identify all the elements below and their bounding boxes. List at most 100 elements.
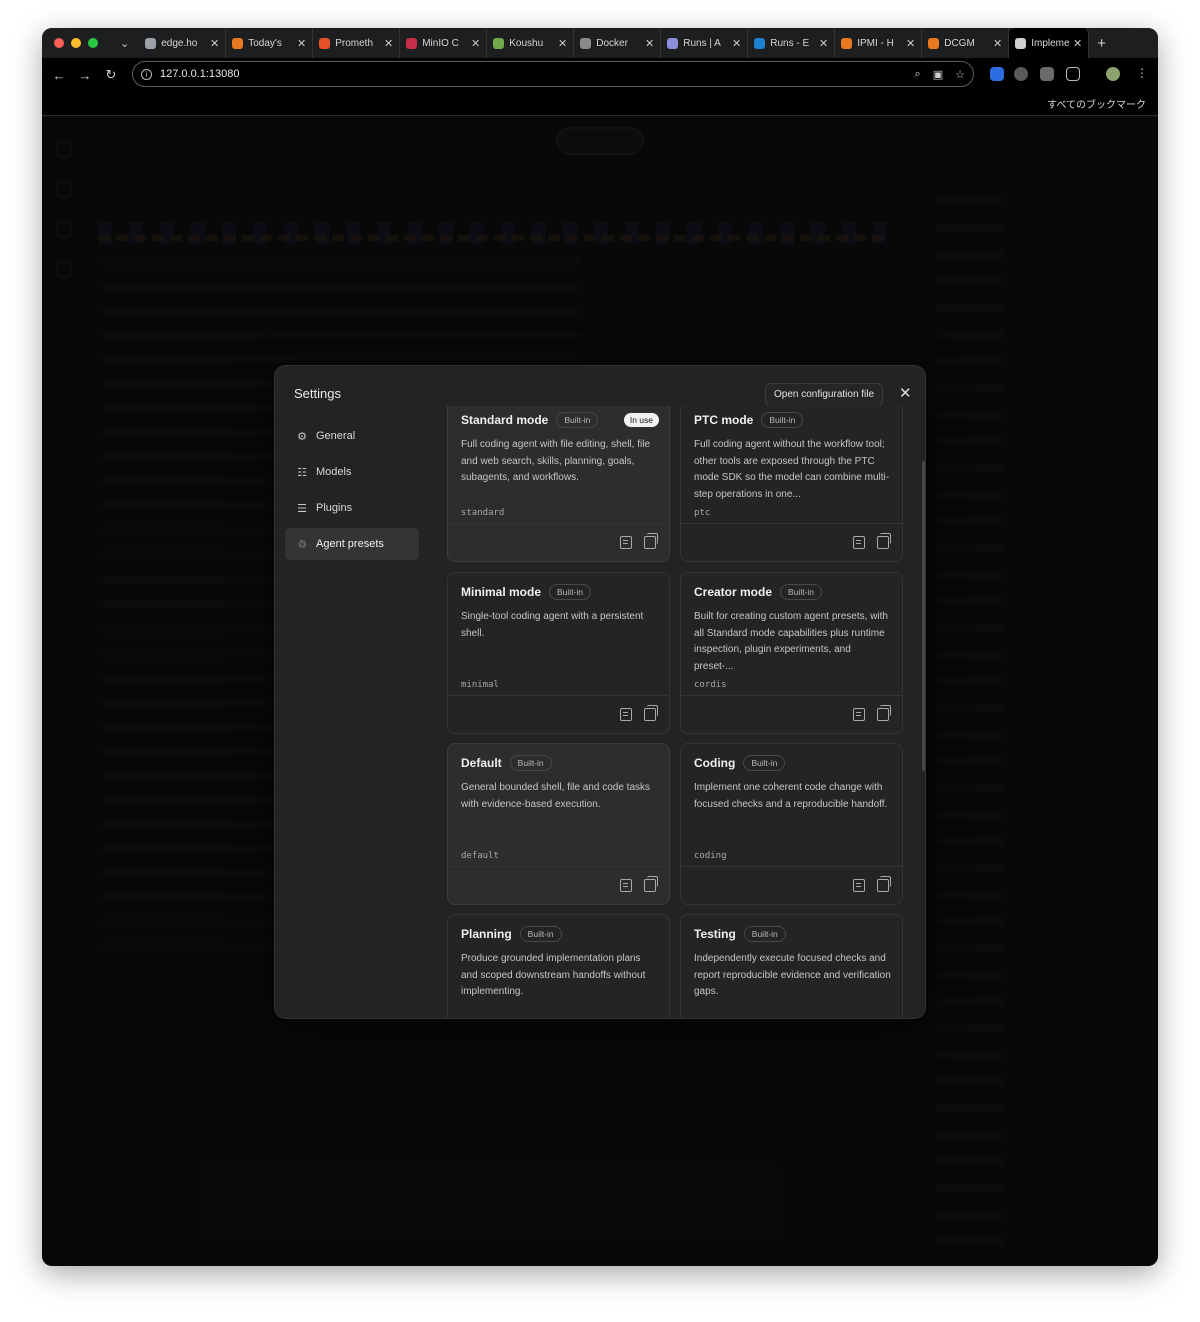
preset-card-planning[interactable]: Planning Built-in Produce grounded impleme…: [447, 914, 670, 1018]
reload-button[interactable]: ↻: [98, 67, 124, 83]
menu-kebab-icon[interactable]: ⋮: [1136, 66, 1148, 80]
bookmark-star-icon[interactable]: ☆: [955, 68, 965, 81]
address-bar[interactable]: i 127.0.0.1:13080 ⌕ ▣ ☆: [132, 61, 974, 87]
duplicate-preset-icon[interactable]: [877, 876, 891, 892]
nav-item-models[interactable]: ☷ Models: [285, 456, 419, 488]
browser-tab[interactable]: Koushu ✕: [487, 28, 575, 58]
duplicate-preset-icon[interactable]: [877, 533, 891, 549]
zoom-icon[interactable]: ⌕: [915, 68, 921, 81]
preset-card-actions: [681, 523, 902, 561]
tab-favicon-icon: [928, 37, 940, 49]
site-info-icon[interactable]: i: [141, 68, 152, 80]
preset-card-minimal[interactable]: Minimal mode Built-in Single-tool coding a…: [447, 572, 670, 734]
close-icon[interactable]: ✕: [899, 384, 912, 402]
preset-card-cordis[interactable]: Creator mode Built-in Built for creating c…: [680, 572, 903, 734]
built-in-badge: Built-in: [780, 584, 823, 600]
tab-favicon-icon: [1015, 37, 1027, 49]
duplicate-preset-icon[interactable]: [644, 705, 658, 721]
tab-close-icon[interactable]: ✕: [471, 37, 480, 50]
edit-preset-icon[interactable]: [620, 536, 632, 549]
bitwarden-icon[interactable]: [1040, 67, 1054, 81]
browser-tab[interactable]: Today's ✕: [226, 28, 314, 58]
tab-favicon-icon: [406, 37, 418, 49]
extensions-puzzle-icon[interactable]: [1066, 67, 1080, 81]
preset-card-default[interactable]: Default Built-in General bounded shell, fi…: [447, 743, 670, 905]
presets-scrollbar[interactable]: [922, 461, 925, 771]
tab-favicon-icon: [841, 37, 853, 49]
browser-tab[interactable]: Runs | A ✕: [661, 28, 749, 58]
tab-close-icon[interactable]: ✕: [384, 37, 393, 50]
back-button[interactable]: ←: [46, 68, 72, 83]
browser-tab[interactable]: MinIO C ✕: [400, 28, 488, 58]
tab-close-icon[interactable]: ✕: [1073, 37, 1082, 50]
preset-id: coding: [694, 851, 727, 861]
preset-card-standard[interactable]: Standard mode Built-in In use Full coding a…: [447, 406, 670, 562]
minimize-window-button[interactable]: [71, 38, 81, 48]
tab-close-icon[interactable]: ✕: [819, 37, 828, 50]
tab-close-icon[interactable]: ✕: [732, 37, 741, 50]
open-config-button[interactable]: Open configuration file: [765, 383, 884, 407]
presets-grid: Standard mode Built-in In use Full coding a…: [447, 406, 903, 1018]
preset-card-coding[interactable]: Coding Built-in Implement one coherent cod…: [680, 743, 903, 905]
tab-close-icon[interactable]: ✕: [993, 37, 1002, 50]
edit-preset-icon[interactable]: [620, 879, 632, 892]
tab-favicon-icon: [232, 37, 244, 49]
tab-label: Runs - E: [770, 37, 810, 49]
preset-card-actions: [448, 523, 669, 561]
built-in-badge: Built-in: [556, 412, 599, 428]
tab-label: Docker: [596, 37, 628, 49]
duplicate-preset-icon[interactable]: [644, 876, 658, 892]
window-controls: [54, 38, 98, 48]
all-bookmarks-link[interactable]: すべてのブックマーク: [1047, 96, 1146, 111]
preset-card-ptc[interactable]: PTC mode Built-in Full coding agent withou…: [680, 406, 903, 562]
nav-item-agent-presets[interactable]: ♲ Agent presets: [285, 528, 419, 560]
tab-close-icon[interactable]: ✕: [558, 37, 567, 50]
tab-close-icon[interactable]: ✕: [297, 37, 306, 50]
browser-tab[interactable]: IPMI - H ✕: [835, 28, 923, 58]
built-in-badge: Built-in: [509, 755, 552, 771]
sliders-icon: ☰: [297, 502, 307, 515]
preset-description: Built for creating custom agent presets,…: [694, 611, 888, 672]
tab-label: Koushu: [509, 37, 544, 49]
built-in-badge: Built-in: [743, 755, 786, 771]
tab-close-icon[interactable]: ✕: [906, 37, 915, 50]
nav-item-plugins[interactable]: ☰ Plugins: [285, 492, 419, 524]
edit-preset-icon[interactable]: [620, 708, 632, 721]
preset-card-testing[interactable]: Testing Built-in Independently execute foc…: [680, 914, 903, 1018]
preset-name: Coding: [694, 756, 736, 770]
edit-preset-icon[interactable]: [853, 536, 865, 549]
tab-favicon-icon: [493, 37, 505, 49]
tab-close-icon[interactable]: ✕: [645, 37, 654, 50]
preset-description: Implement one coherent code change with …: [694, 782, 888, 810]
profile-avatar[interactable]: [1106, 67, 1120, 81]
preset-description: Full coding agent without the workflow t…: [694, 439, 890, 500]
nav-item-general[interactable]: ⚙ General: [285, 420, 419, 452]
duplicate-preset-icon[interactable]: [644, 533, 658, 549]
preset-description: Full coding agent with file editing, she…: [461, 439, 650, 483]
new-tab-button[interactable]: +: [1097, 35, 1106, 52]
settings-modal: Settings Open configuration file ✕ ⚙ Gene…: [274, 365, 926, 1019]
edit-preset-icon[interactable]: [853, 879, 865, 892]
preset-description: Independently execute focused checks and…: [694, 953, 891, 997]
browser-tab[interactable]: Prometh ✕: [313, 28, 401, 58]
openai-icon[interactable]: [1014, 67, 1028, 81]
forward-button[interactable]: →: [72, 68, 98, 83]
zoom-window-button[interactable]: [88, 38, 98, 48]
close-window-button[interactable]: [54, 38, 64, 48]
preset-name: Creator mode: [694, 585, 773, 599]
browser-tab[interactable]: DCGM ✕: [922, 28, 1010, 58]
tab-close-icon[interactable]: ✕: [210, 37, 219, 50]
browser-tab[interactable]: edge.ho ✕: [139, 28, 227, 58]
tab-favicon-icon: [754, 37, 766, 49]
browser-tab[interactable]: Impleme ✕: [1009, 28, 1090, 58]
browser-tab[interactable]: Runs - E ✕: [748, 28, 836, 58]
preset-card-header: Testing Built-in: [694, 926, 892, 942]
tab-favicon-icon: [580, 37, 592, 49]
browser-tab[interactable]: Docker ✕: [574, 28, 662, 58]
tab-favicon-icon: [145, 37, 157, 49]
tab-search-icon[interactable]: ⌄: [120, 37, 129, 50]
extension-icon[interactable]: [990, 67, 1004, 81]
duplicate-preset-icon[interactable]: [877, 705, 891, 721]
cast-icon[interactable]: ▣: [933, 68, 943, 81]
edit-preset-icon[interactable]: [853, 708, 865, 721]
